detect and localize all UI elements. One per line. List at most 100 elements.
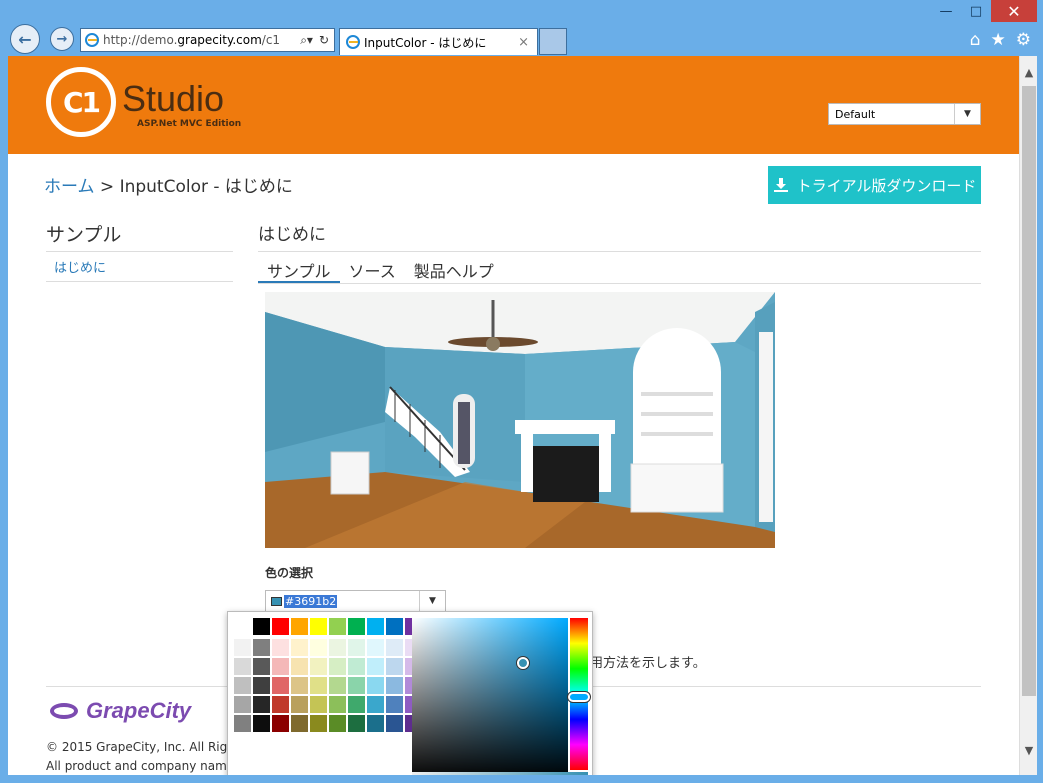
palette-swatch[interactable]	[367, 639, 384, 656]
address-bar[interactable]: http://demo.grapecity.com/c1 ⌕▾ ↻	[80, 28, 335, 52]
color-palette	[234, 618, 422, 732]
back-arrow-icon[interactable]: ←	[10, 24, 40, 54]
palette-swatch[interactable]	[272, 618, 289, 635]
palette-swatch[interactable]	[310, 658, 327, 675]
sidebar-item-getting-started[interactable]: はじめに	[46, 256, 233, 282]
color-select-label: 色の選択	[265, 566, 314, 580]
palette-swatch[interactable]	[367, 696, 384, 713]
scrollbar-thumb[interactable]	[1022, 86, 1036, 696]
vertical-scrollbar[interactable]: ▲ ▼	[1019, 56, 1037, 775]
palette-swatch[interactable]	[348, 715, 365, 732]
palette-swatch[interactable]	[272, 696, 289, 713]
palette-swatch[interactable]	[272, 715, 289, 732]
palette-swatch[interactable]	[291, 618, 308, 635]
chevron-down-icon[interactable]: ▼	[419, 591, 445, 611]
hue-slider-handle[interactable]	[568, 692, 590, 702]
palette-swatch[interactable]	[329, 639, 346, 656]
hue-slider[interactable]	[568, 618, 590, 770]
color-picker-popup	[227, 611, 593, 775]
palette-swatch[interactable]	[329, 658, 346, 675]
palette-swatch[interactable]	[272, 677, 289, 694]
breadcrumb-separator: >	[94, 177, 120, 197]
tab-close-icon[interactable]: ×	[518, 35, 529, 50]
palette-swatch[interactable]	[291, 715, 308, 732]
new-tab-button[interactable]	[539, 28, 567, 55]
close-window-icon[interactable]: ✕	[991, 0, 1037, 22]
palette-swatch[interactable]	[234, 677, 251, 694]
palette-swatch[interactable]	[367, 618, 384, 635]
tab-product-help[interactable]: 製品ヘルプ	[405, 254, 503, 283]
search-icon[interactable]: ⌕▾	[300, 33, 313, 48]
palette-swatch[interactable]	[291, 677, 308, 694]
palette-swatch[interactable]	[253, 715, 270, 732]
palette-swatch[interactable]	[329, 618, 346, 635]
tab-sample[interactable]: サンプル	[258, 254, 340, 283]
palette-swatch[interactable]	[310, 715, 327, 732]
palette-swatch[interactable]	[310, 677, 327, 694]
palette-swatch[interactable]	[348, 658, 365, 675]
palette-swatch[interactable]	[234, 658, 251, 675]
palette-swatch[interactable]	[272, 639, 289, 656]
palette-swatch[interactable]	[386, 658, 403, 675]
tab-source[interactable]: ソース	[340, 254, 405, 283]
theme-select[interactable]: Default ▼	[828, 103, 981, 125]
home-icon[interactable]: ⌂	[970, 30, 981, 50]
color-value-text[interactable]: #3691b2	[284, 594, 338, 608]
palette-swatch[interactable]	[253, 618, 270, 635]
palette-swatch[interactable]	[253, 696, 270, 713]
palette-swatch[interactable]	[367, 677, 384, 694]
palette-swatch[interactable]	[253, 677, 270, 694]
palette-swatch[interactable]	[253, 639, 270, 656]
trial-download-button[interactable]: トライアル版ダウンロード	[768, 166, 981, 204]
forward-arrow-icon[interactable]: →	[50, 27, 74, 51]
copyright-text: © 2015 GrapeCity, Inc. All Rig All produ…	[46, 738, 227, 775]
refresh-icon[interactable]: ↻	[319, 33, 329, 48]
scroll-down-icon[interactable]: ▼	[1020, 744, 1038, 757]
palette-swatch[interactable]	[291, 639, 308, 656]
palette-swatch[interactable]	[310, 639, 327, 656]
page-viewport: C1 Studio ASP.Net MVC Edition Default ▼ …	[8, 56, 1019, 775]
palette-swatch[interactable]	[367, 715, 384, 732]
palette-swatch[interactable]	[291, 658, 308, 675]
palette-swatch[interactable]	[234, 696, 251, 713]
palette-swatch[interactable]	[329, 696, 346, 713]
sidebar-title: サンプル	[46, 220, 233, 252]
browser-tab[interactable]: InputColor - はじめに ×	[339, 28, 538, 55]
palette-swatch[interactable]	[367, 658, 384, 675]
ie-tab-icon	[346, 35, 360, 49]
palette-swatch[interactable]	[291, 696, 308, 713]
palette-swatch[interactable]	[386, 715, 403, 732]
saturation-value-handle[interactable]	[517, 657, 529, 669]
palette-swatch[interactable]	[310, 696, 327, 713]
saturation-value-area[interactable]	[412, 618, 568, 775]
alpha-slider[interactable]	[412, 772, 588, 775]
palette-swatch[interactable]	[234, 715, 251, 732]
minimize-icon[interactable]: —	[931, 0, 961, 22]
palette-swatch[interactable]	[386, 639, 403, 656]
content-tabs: サンプル ソース 製品ヘルプ	[258, 254, 981, 284]
palette-swatch[interactable]	[253, 658, 270, 675]
page-title: はじめに	[258, 220, 981, 252]
palette-swatch[interactable]	[348, 618, 365, 635]
palette-swatch[interactable]	[386, 618, 403, 635]
palette-swatch[interactable]	[386, 696, 403, 713]
input-color-field[interactable]: #3691b2 ▼	[265, 590, 446, 612]
palette-swatch[interactable]	[234, 618, 251, 635]
maximize-icon[interactable]: □	[961, 0, 991, 22]
settings-gear-icon[interactable]: ⚙	[1016, 30, 1031, 50]
palette-swatch[interactable]	[386, 677, 403, 694]
breadcrumb-home-link[interactable]: ホーム	[44, 177, 95, 197]
palette-swatch[interactable]	[348, 677, 365, 694]
scroll-up-icon[interactable]: ▲	[1020, 66, 1038, 79]
chevron-down-icon[interactable]: ▼	[954, 104, 980, 124]
palette-swatch[interactable]	[329, 677, 346, 694]
palette-swatch[interactable]	[329, 715, 346, 732]
palette-swatch[interactable]	[272, 658, 289, 675]
grapecity-logo[interactable]: GrapeCity	[50, 698, 191, 724]
palette-swatch[interactable]	[348, 696, 365, 713]
palette-swatch[interactable]	[348, 639, 365, 656]
palette-swatch[interactable]	[310, 618, 327, 635]
favorites-star-icon[interactable]: ★	[991, 30, 1006, 50]
palette-swatch[interactable]	[234, 639, 251, 656]
logo-studio-text: Studio	[122, 78, 225, 119]
